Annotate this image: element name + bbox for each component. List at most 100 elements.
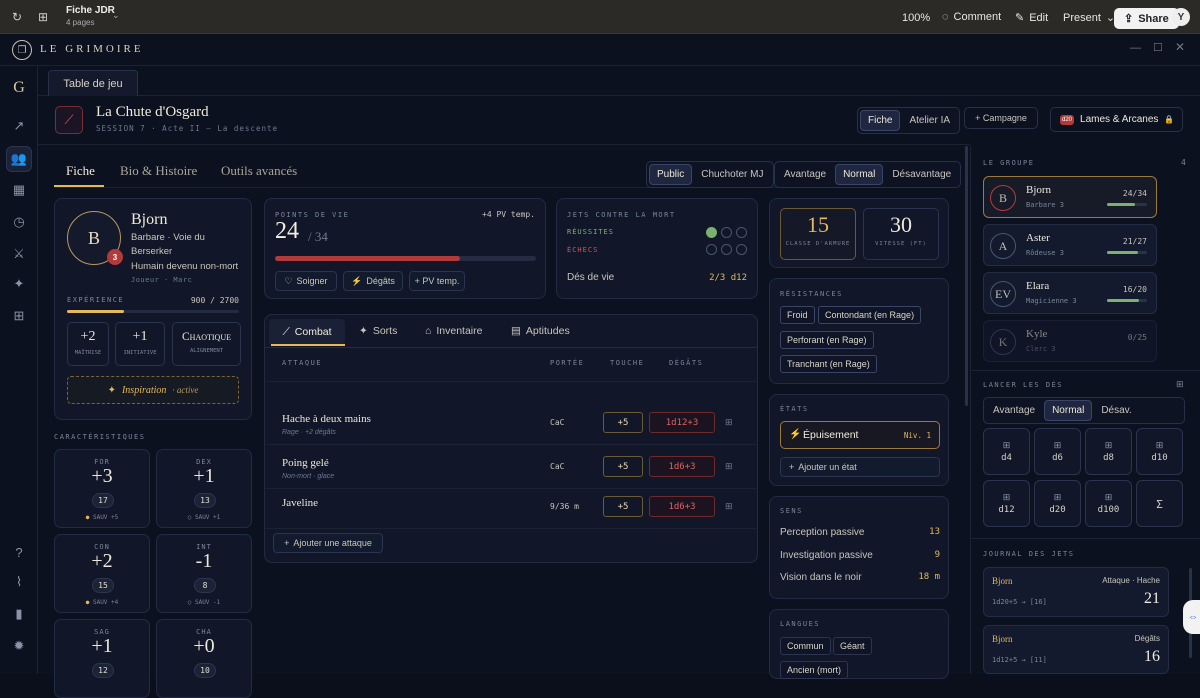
grid-icon[interactable]: ⊞ xyxy=(9,306,29,326)
arrow-icon[interactable]: ↗ xyxy=(9,116,29,136)
die-d100[interactable]: ⊞ d100 xyxy=(1085,480,1132,527)
tab-skills[interactable]: ▤ Aptitudes xyxy=(511,325,570,337)
die-d12[interactable]: ⊞ d12 xyxy=(983,480,1030,527)
dice-normal[interactable]: Normal xyxy=(1044,400,1093,421)
main-scrollbar[interactable] xyxy=(965,146,968,406)
damage-button[interactable]: ⚡ Dégâts xyxy=(343,271,403,291)
fail-dot-2[interactable] xyxy=(721,244,732,255)
zoom-level[interactable]: 100% xyxy=(902,12,930,24)
tab-outils[interactable]: Outils avancés xyxy=(221,163,297,179)
dice-icon[interactable]: ⊞ xyxy=(725,417,733,428)
ability-dex[interactable]: DEX +1 13 ○ SAUV +1 xyxy=(156,449,252,528)
party-member[interactable]: B Bjorn Barbare 3 24/34 xyxy=(983,176,1157,218)
swords-icon[interactable]: ⚔ xyxy=(9,244,29,264)
ability-for[interactable]: FOR +3 17 ● SAUV +5 xyxy=(54,449,150,528)
close-icon[interactable]: ✕ xyxy=(1175,40,1185,54)
tab-bio[interactable]: Bio & Histoire xyxy=(120,163,197,179)
refresh-icon[interactable]: ↻ xyxy=(8,8,26,26)
stats-icon[interactable]: ▮ xyxy=(9,604,29,624)
advantage-dis[interactable]: Désavantage xyxy=(885,165,958,184)
visibility-public[interactable]: Public xyxy=(649,164,693,185)
initiative-box[interactable]: +1 INITIATIVE xyxy=(115,322,165,366)
success-dot-3[interactable] xyxy=(736,227,747,238)
add-state-button[interactable]: + Ajouter un état xyxy=(780,457,940,477)
hit-dice-value: 2/3 d12 xyxy=(709,273,747,283)
attach-icon[interactable]: ⌇ xyxy=(9,572,29,592)
attack-damage-button[interactable]: 1d12+3 xyxy=(649,412,715,433)
user-avatar[interactable]: Y xyxy=(1172,8,1190,26)
die-d8[interactable]: ⊞ d8 xyxy=(1085,428,1132,475)
die-d10[interactable]: ⊞ d10 xyxy=(1136,428,1183,475)
mode-fiche[interactable]: Fiche xyxy=(860,110,901,131)
ability-int[interactable]: INT -1 8 ○ SAUV -1 xyxy=(156,534,252,613)
chevron-down-icon[interactable]: ⌄ xyxy=(112,10,120,21)
clock-icon[interactable]: ◷ xyxy=(9,212,29,232)
party-icon[interactable]: 👥 xyxy=(6,146,32,172)
ability-con[interactable]: CON +2 15 ● SAUV +4 xyxy=(54,534,150,613)
advantage-adv[interactable]: Avantage xyxy=(777,165,833,184)
die-d20[interactable]: ⊞ d20 xyxy=(1034,480,1081,527)
exhaustion-state[interactable]: ⚡ Épuisement Niv. 1 xyxy=(780,421,940,449)
heal-button[interactable]: ♡ Soigner xyxy=(275,271,337,291)
minimize-icon[interactable]: — xyxy=(1130,42,1141,54)
dice-icon[interactable]: ⊞ xyxy=(725,501,733,512)
mode-atelier-ia[interactable]: Atelier IA xyxy=(902,111,957,130)
party-member[interactable]: EV Elara Magicienne 3 16/20 xyxy=(983,272,1157,314)
success-dot-1[interactable] xyxy=(706,227,717,238)
attack-hit-button[interactable]: +5 xyxy=(603,412,643,433)
attack-hit-button[interactable]: +5 xyxy=(603,456,643,477)
comment-button[interactable]: ◌ Comment xyxy=(942,11,1001,23)
campaign-button[interactable]: + Campagne xyxy=(964,107,1038,129)
inspiration-toggle[interactable]: ✦ Inspiration · active xyxy=(67,376,239,404)
attack-row[interactable]: Javeline 9/36 m +5 1d6+3 ⊞ xyxy=(265,491,753,531)
member-class: Rôdeuse 3 xyxy=(1026,249,1064,257)
settings-icon[interactable]: ✹ xyxy=(9,636,29,656)
temp-hp-button[interactable]: + PV temp. xyxy=(409,271,465,291)
help-icon[interactable]: ? xyxy=(9,542,29,562)
log-total: 16 xyxy=(1144,648,1160,665)
languages-label: LANGUES xyxy=(780,620,821,628)
attack-damage-button[interactable]: 1d6+3 xyxy=(649,496,715,517)
success-dot-2[interactable] xyxy=(721,227,732,238)
map-icon[interactable]: ▦ xyxy=(9,180,29,200)
tab-combat[interactable]: ⟋ Combat xyxy=(269,319,345,345)
die-d6[interactable]: ⊞ d6 xyxy=(1034,428,1081,475)
attack-sub: Non-mort · glace xyxy=(282,473,335,480)
fail-dot-3[interactable] xyxy=(736,244,747,255)
tab-inventory[interactable]: ⌂ Inventaire xyxy=(425,325,482,337)
tab-table-de-jeu[interactable]: Table de jeu xyxy=(48,70,138,96)
fail-dot-1[interactable] xyxy=(706,244,717,255)
pages-icon[interactable]: ⊞ xyxy=(34,8,52,26)
share-button[interactable]: ⇪ Share xyxy=(1114,8,1179,29)
add-attack-button[interactable]: + Ajouter une attaque xyxy=(273,533,383,553)
ability-sag[interactable]: SAG +1 12 xyxy=(54,619,150,698)
tab-fiche[interactable]: Fiche xyxy=(66,163,95,179)
dice-icon[interactable]: ⊞ xyxy=(725,461,733,472)
die-sum[interactable]: Σ xyxy=(1136,480,1183,527)
party-member[interactable]: K Kyle Clerc 3 0/25 xyxy=(983,320,1157,362)
present-button[interactable]: Present ⌄ xyxy=(1063,11,1115,25)
dice-icon[interactable]: ⊞ xyxy=(1176,379,1184,390)
ability-save: ● SAUV +5 xyxy=(55,514,149,521)
sparkle-icon[interactable]: ✦ xyxy=(9,274,29,294)
die-d4[interactable]: ⊞ d4 xyxy=(983,428,1030,475)
dice-advantage[interactable]: Avantage xyxy=(986,401,1042,420)
attack-row[interactable]: Hache à deux mains Rage · +2 dégâts CaC … xyxy=(265,407,753,447)
edit-button[interactable]: ✎ Edit xyxy=(1015,11,1048,25)
visibility-whisper[interactable]: Chuchoter MJ xyxy=(694,165,770,184)
dice-disadvantage[interactable]: Désav. xyxy=(1094,401,1138,420)
ability-cha[interactable]: CHA +0 10 xyxy=(156,619,252,698)
attack-row[interactable]: Poing gelé Non-mort · glace CaC +5 1d6+3… xyxy=(265,451,753,491)
attack-damage-button[interactable]: 1d6+3 xyxy=(649,456,715,477)
attack-range: 9/36 m xyxy=(550,502,579,511)
ruleset-button[interactable]: d20 Lames & Arcanes 🔒 xyxy=(1050,107,1183,132)
attack-hit-button[interactable]: +5 xyxy=(603,496,643,517)
assistant-handle-icon[interactable]: ⇔ xyxy=(1183,600,1200,634)
die-label: d10 xyxy=(1151,453,1168,463)
doc-title-block[interactable]: Fiche JDR 4 pages xyxy=(66,5,115,27)
advantage-normal[interactable]: Normal xyxy=(835,164,884,185)
session-header: ⟋ La Chute d'Osgard SESSION 7 · Acte II … xyxy=(38,97,1038,145)
party-member[interactable]: A Aster Rôdeuse 3 21/27 xyxy=(983,224,1157,266)
maximize-icon[interactable]: ☐ xyxy=(1153,41,1163,54)
tab-spells[interactable]: ✦ Sorts xyxy=(359,325,397,337)
